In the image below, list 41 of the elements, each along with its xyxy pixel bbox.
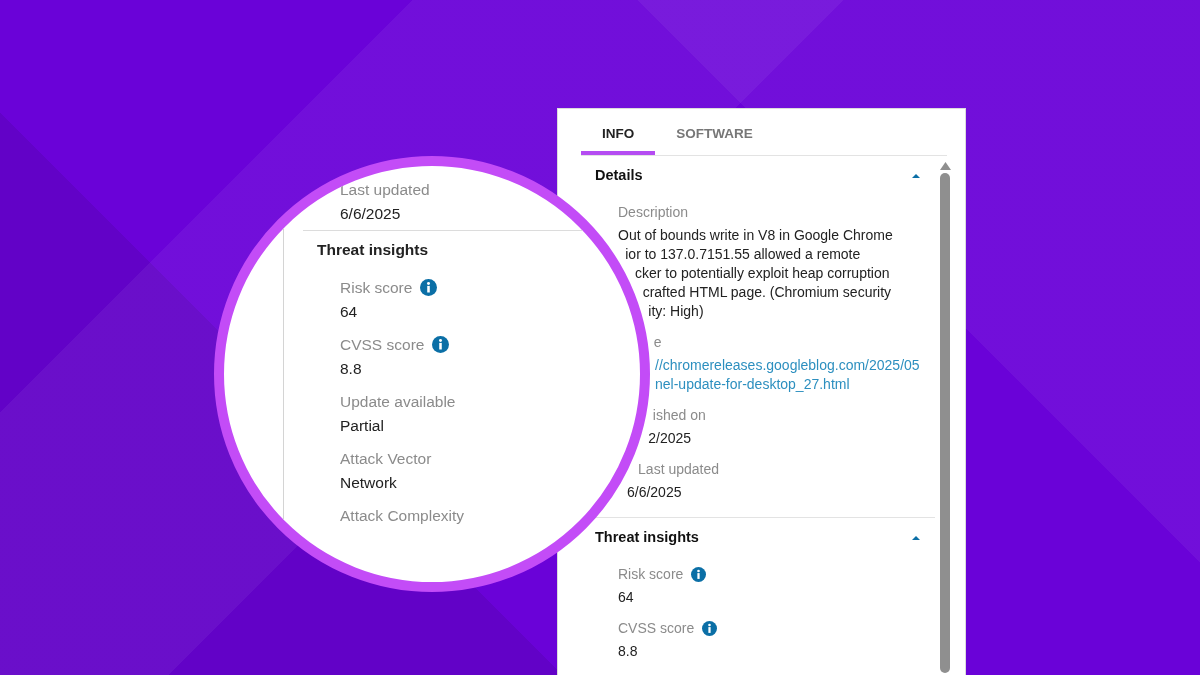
scrollbar-thumb[interactable]: [940, 173, 950, 673]
field-value: ior to 137.0.7151.55 allowed a remote: [625, 246, 861, 262]
field-value: 2/2025: [648, 430, 692, 446]
field-value: 64: [618, 589, 634, 605]
field-value: Out of bounds write in V8 in Google Chrome: [618, 227, 893, 243]
caret-icon[interactable]: [912, 535, 920, 541]
field-value: Partial: [340, 417, 384, 434]
field-value: crafted HTML page. (Chromium security: [642, 284, 892, 300]
field-label: Risk score: [618, 566, 684, 582]
info-icon[interactable]: [702, 621, 718, 636]
field-label: Last updated: [638, 461, 720, 477]
field-label: ished on: [652, 407, 706, 423]
link[interactable]: nel-update-for-desktop_27.html: [655, 376, 850, 392]
caret-icon[interactable]: [912, 173, 920, 179]
field-value: 8.8: [618, 643, 638, 659]
field-label: CVSS score: [340, 336, 425, 353]
tab[interactable]: SOFTWARE: [655, 109, 774, 155]
field-label: Update available: [340, 393, 456, 410]
field-label: Risk score: [340, 279, 413, 296]
field-label: Attack Vector: [340, 450, 432, 467]
field-label: Description: [618, 204, 689, 220]
info-icon[interactable]: [420, 279, 438, 296]
field-value: 64: [340, 303, 358, 320]
scroll-up-icon[interactable]: [940, 162, 951, 170]
field-label: Last updated: [340, 181, 430, 198]
field-value: cker to potentially exploit heap corruption: [635, 265, 890, 281]
field-value: 6/6/2025: [626, 484, 682, 500]
field-label: Attack Complexity: [340, 507, 465, 524]
section-title: Threat insights: [317, 241, 429, 258]
link[interactable]: //chromereleases.googleblog.com/2025/05: [655, 357, 920, 373]
field-value: 8.8: [340, 360, 362, 377]
field-value: ity: High): [648, 303, 704, 319]
field-label: e: [653, 334, 662, 350]
field-label: CVSS score: [618, 620, 695, 636]
info-icon[interactable]: [691, 567, 707, 582]
section-title[interactable]: Details: [595, 167, 643, 183]
tab[interactable]: INFO: [581, 109, 656, 155]
field-value: 6/6/2025: [340, 205, 401, 222]
section-title[interactable]: Threat insights: [595, 529, 699, 545]
field-value: Network: [340, 474, 397, 491]
info-icon[interactable]: [432, 336, 450, 353]
